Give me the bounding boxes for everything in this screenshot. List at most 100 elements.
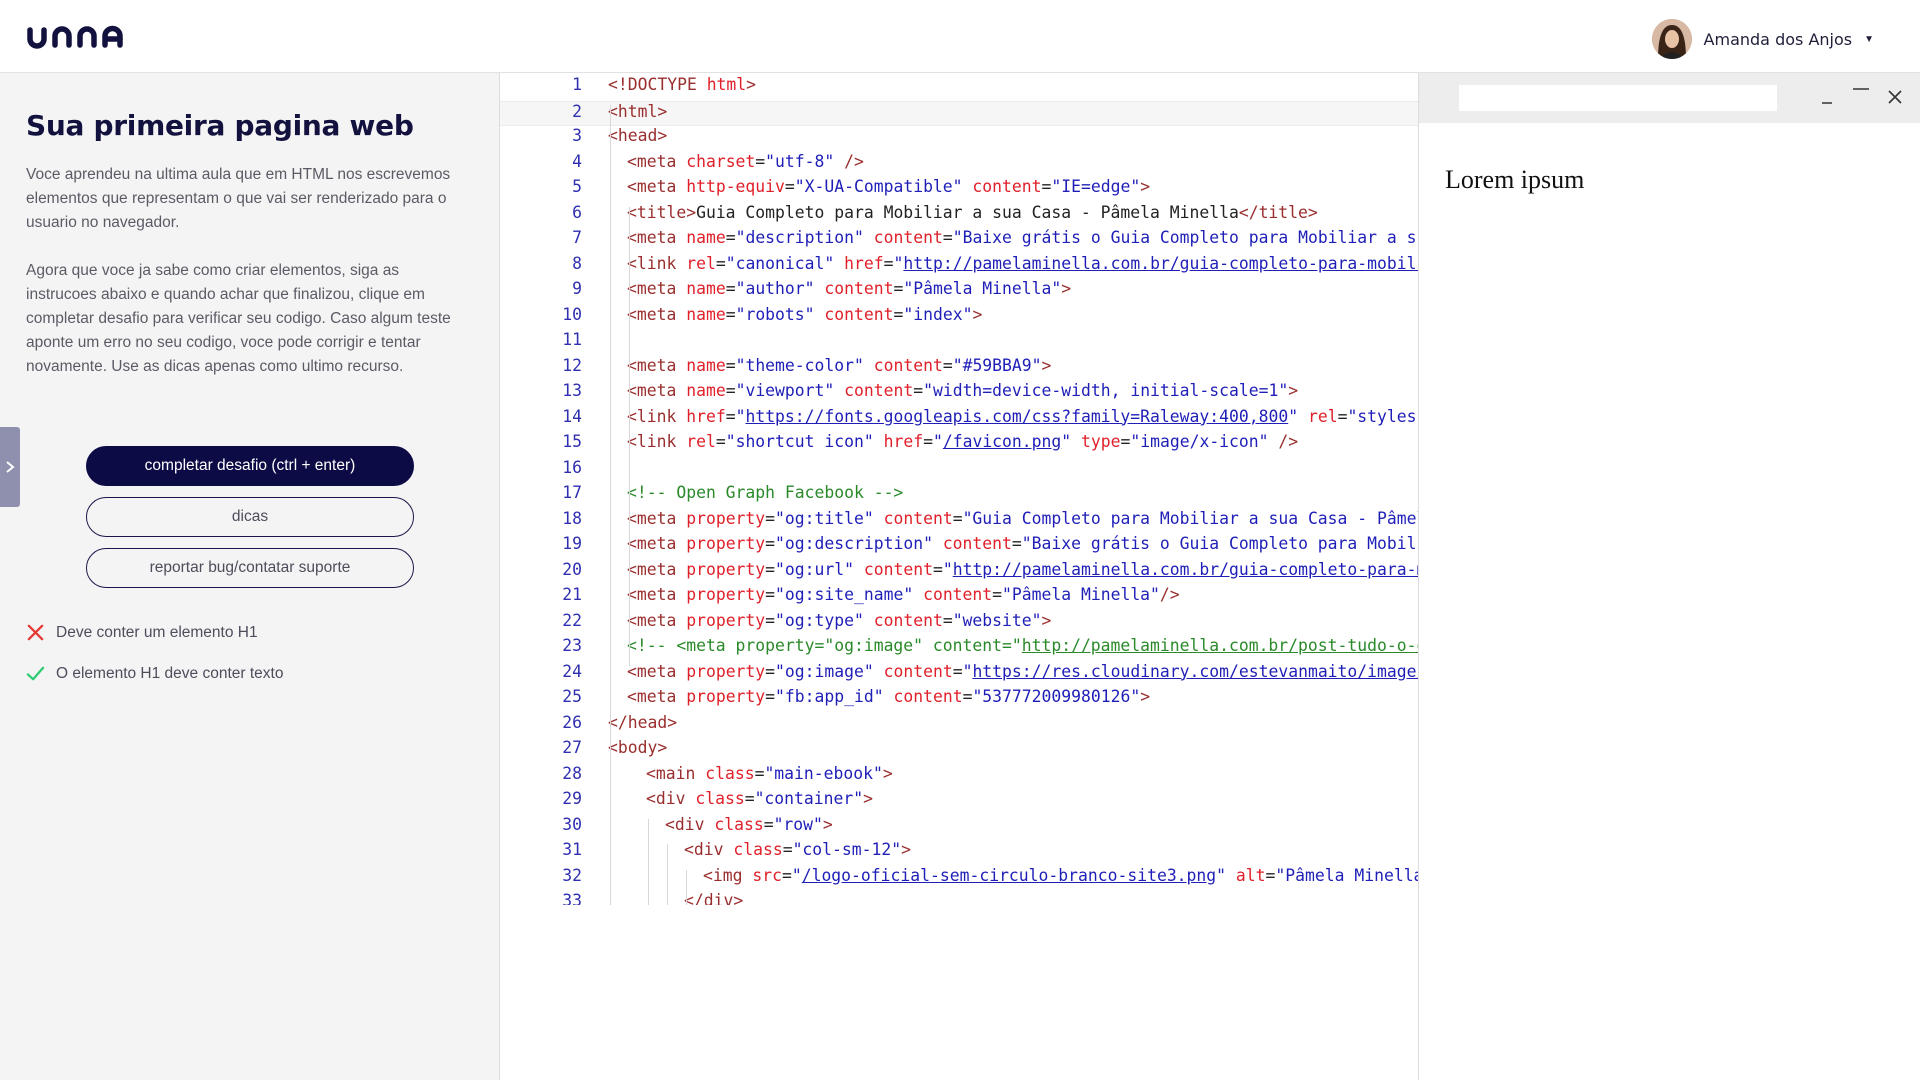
top-bar: Amanda dos Anjos ▼ xyxy=(0,0,1920,73)
code-line[interactable]: 32 <img src="/logo-oficial-sem-circulo-br… xyxy=(500,866,1418,892)
code-line[interactable]: 19 <meta property="og:description" conten… xyxy=(500,534,1418,560)
code-line[interactable]: 15 <link rel="shortcut icon" href="/favic… xyxy=(500,432,1418,458)
user-menu[interactable]: Amanda dos Anjos ▼ xyxy=(1651,19,1874,59)
code-line[interactable]: 8 <link rel="canonical" href="http://pame… xyxy=(500,254,1418,280)
code-line[interactable]: 12 <meta name="theme-color" content="#59B… xyxy=(500,356,1418,382)
code-line[interactable]: 11 xyxy=(500,330,1418,356)
complete-challenge-button[interactable]: completar desafio (ctrl + enter) xyxy=(86,446,414,486)
code-line[interactable]: 3 <head> xyxy=(500,126,1418,152)
line-number: 20 xyxy=(562,559,582,579)
indent-guide xyxy=(610,104,611,905)
code-text: <div class="row"> xyxy=(665,814,833,834)
code-text: <meta property="og:description" content=… xyxy=(627,534,1418,553)
minimize-icon[interactable] xyxy=(1813,83,1841,111)
code-text: <link rel="canonical" href="http://pamel… xyxy=(627,253,1418,273)
code-editor[interactable]: 1 <!DOCTYPE html> 2 <html> 3 <head> 4 <meta cha… xyxy=(500,73,1418,905)
code-line[interactable]: 7 <meta name="description" content="Baixe… xyxy=(500,228,1418,254)
code-line[interactable]: 9 <meta name="author" content="Pâmela Min… xyxy=(500,279,1418,305)
code-line[interactable]: 33 </div> xyxy=(500,891,1418,905)
code-line[interactable]: 14 <link href="https://fonts.googleapis.c… xyxy=(500,407,1418,433)
code-text: </head> xyxy=(608,712,678,732)
line-number: 32 xyxy=(562,865,582,885)
expand-panel-tab[interactable] xyxy=(0,427,20,507)
unna-logo[interactable] xyxy=(26,24,130,55)
indent-guide xyxy=(667,844,668,905)
code-text: <meta charset="utf-8" /> xyxy=(627,151,864,171)
report-bug-button[interactable]: reportar bug/contatar suporte xyxy=(86,548,414,588)
instructions-panel: Sua primeira pagina web Voce aprendeu na… xyxy=(0,73,500,1080)
user-name: Amanda dos Anjos xyxy=(1703,29,1853,49)
code-line[interactable]: 18 <meta property="og:title" content="Gui… xyxy=(500,509,1418,535)
code-line[interactable]: 29 <div class="container"> xyxy=(500,789,1418,815)
line-number: 9 xyxy=(572,279,582,298)
line-number: 14 xyxy=(562,406,582,426)
code-line[interactable]: 2 <html> xyxy=(500,100,1418,126)
fail-x-icon xyxy=(27,624,44,641)
preview-url-input[interactable] xyxy=(1459,85,1777,111)
line-number: 28 xyxy=(562,763,582,783)
line-number: 18 xyxy=(562,508,582,528)
chevron-right-icon xyxy=(6,461,15,473)
code-text: </div> xyxy=(684,891,744,905)
code-text: <link rel="shortcut icon" href="/favicon… xyxy=(627,432,1299,451)
restore-icon[interactable] xyxy=(1847,83,1875,111)
code-line[interactable]: 5 <meta http-equiv="X-UA-Compatible" cont… xyxy=(500,177,1418,203)
line-number: 10 xyxy=(562,304,582,324)
code-text: <meta name="theme-color" content="#59BBA… xyxy=(627,355,1052,375)
code-text: <main class="main-ebook"> xyxy=(646,763,893,783)
code-line[interactable]: 22 <meta property="og:type" content="webs… xyxy=(500,611,1418,637)
code-line[interactable]: 6 <title>Guia Completo para Mobiliar a su… xyxy=(500,203,1418,229)
lesson-title: Sua primeira pagina web xyxy=(26,109,414,142)
code-line[interactable]: 20 <meta property="og:url" content="http:… xyxy=(500,560,1418,586)
line-number: 13 xyxy=(562,381,582,400)
code-line[interactable]: 31 <div class="col-sm-12"> xyxy=(500,840,1418,866)
code-line[interactable]: 25 <meta property="fb:app_id" content="53… xyxy=(500,687,1418,713)
line-number: 5 xyxy=(572,177,582,196)
line-number: 11 xyxy=(562,330,582,349)
code-text: <meta name="viewport" content="width=dev… xyxy=(627,381,1299,400)
test-result-item: Deve conter um elemento H1 xyxy=(26,623,258,642)
code-text: <meta name="author" content="Pâmela Mine… xyxy=(627,279,1072,298)
code-text: <link href="https://fonts.googleapis.com… xyxy=(627,406,1418,426)
line-number: 8 xyxy=(572,253,582,273)
line-number: 29 xyxy=(562,789,582,808)
code-line[interactable]: 28 <main class="main-ebook"> xyxy=(500,764,1418,790)
line-number: 1 xyxy=(572,75,582,94)
code-line[interactable]: 30 <div class="row"> xyxy=(500,815,1418,841)
line-number: 24 xyxy=(562,661,582,681)
code-text: <img src="/logo-oficial-sem-circulo-bran… xyxy=(703,865,1418,885)
code-line[interactable]: 26 </head> xyxy=(500,713,1418,739)
code-line[interactable]: 10 <meta name="robots" content="index"> xyxy=(500,305,1418,331)
chevron-down-icon[interactable]: ▼ xyxy=(1864,34,1874,45)
hints-button[interactable]: dicas xyxy=(86,497,414,537)
lesson-paragraph: Agora que voce ja sabe como criar elemen… xyxy=(26,262,451,375)
lesson-paragraph: Voce aprendeu na ultima aula que em HTML… xyxy=(26,166,451,231)
code-line[interactable]: 21 <meta property="og:site_name" content=… xyxy=(500,585,1418,611)
code-text: <div class="col-sm-12"> xyxy=(684,840,911,859)
code-line[interactable]: 27 <body> xyxy=(500,738,1418,764)
indent-guide xyxy=(629,206,630,666)
line-number: 6 xyxy=(572,202,582,222)
code-text: <html> xyxy=(608,101,668,121)
code-line[interactable]: 16 xyxy=(500,458,1418,484)
code-line[interactable]: 1 <!DOCTYPE html> xyxy=(500,75,1418,101)
code-text: <head> xyxy=(608,126,668,145)
line-number: 30 xyxy=(562,814,582,834)
code-line[interactable]: 24 <meta property="og:image" content="htt… xyxy=(500,662,1418,688)
code-text: <!-- Open Graph Facebook --> xyxy=(627,483,904,502)
code-text: <meta property="og:url" content="http://… xyxy=(627,559,1418,579)
code-text: <body> xyxy=(608,738,668,757)
code-line[interactable]: 4 <meta charset="utf-8" /> xyxy=(500,152,1418,178)
code-text: <meta name="description" content="Baixe … xyxy=(627,228,1418,247)
test-result-text: Deve conter um elemento H1 xyxy=(56,623,258,641)
line-number: 22 xyxy=(562,610,582,630)
close-icon[interactable] xyxy=(1881,83,1909,111)
code-line[interactable]: 17 <!-- Open Graph Facebook --> xyxy=(500,483,1418,509)
indent-guide xyxy=(648,818,649,905)
code-line[interactable]: 13 <meta name="viewport" content="width=d… xyxy=(500,381,1418,407)
code-line[interactable]: 23 <!-- <meta property="og:image" content… xyxy=(500,636,1418,662)
code-text: <title>Guia Completo para Mobiliar a sua… xyxy=(627,202,1318,222)
editor-empty-area xyxy=(500,905,1418,1080)
line-number: 7 xyxy=(572,228,582,247)
line-number: 4 xyxy=(572,151,582,171)
